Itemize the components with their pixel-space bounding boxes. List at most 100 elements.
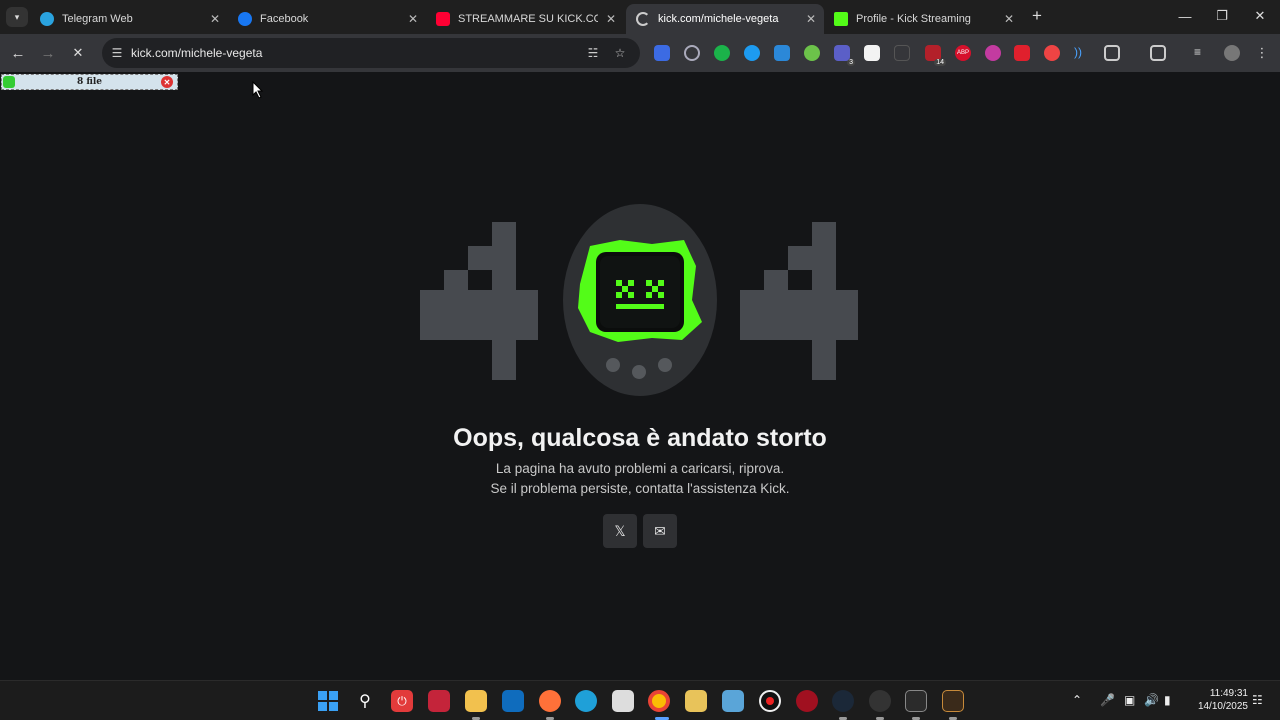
record-icon[interactable] xyxy=(759,690,781,712)
home-ext-icon[interactable] xyxy=(774,45,790,61)
close-window-button[interactable]: ✕ xyxy=(1250,6,1270,26)
microphone-icon[interactable]: 🎤 xyxy=(1100,693,1115,707)
obs-icon[interactable] xyxy=(869,690,891,712)
video-ext-icon[interactable] xyxy=(1014,45,1030,61)
side-panel-icon[interactable] xyxy=(1150,45,1166,61)
close-icon[interactable]: ✕ xyxy=(606,12,616,26)
error-404-illustration xyxy=(420,204,858,396)
battery-icon[interactable]: ▮ xyxy=(1164,693,1171,707)
site-info-icon[interactable]: ☰ xyxy=(110,46,124,60)
kick-icon xyxy=(834,12,848,26)
close-icon[interactable]: ✕ xyxy=(210,12,220,26)
error-message-line-1: La pagina ha avuto problemi a caricarsi,… xyxy=(495,461,785,476)
extensions-puzzle-icon[interactable] xyxy=(1104,45,1120,61)
edge-icon[interactable] xyxy=(575,690,597,712)
close-icon[interactable]: ✕ xyxy=(806,12,816,26)
page-content: 8 file ✕ Oops, qualcosa è andato storto … xyxy=(0,72,1280,680)
minimize-button[interactable]: — xyxy=(1175,6,1195,26)
back-button[interactable]: ← xyxy=(8,43,28,63)
terminal-icon[interactable] xyxy=(905,690,927,712)
notifications-icon[interactable]: ☷ xyxy=(1252,693,1263,707)
tab-label: Profile - Kick Streaming xyxy=(856,13,971,25)
outlook-icon[interactable] xyxy=(502,690,524,712)
image-viewer-icon[interactable] xyxy=(722,690,744,712)
read-aloud-ext-icon[interactable]: )) xyxy=(1074,45,1090,61)
profile-avatar[interactable] xyxy=(1224,45,1240,61)
download-label: 8 file xyxy=(76,77,103,87)
shazam-ext-icon[interactable] xyxy=(744,45,760,61)
n-ext-icon[interactable] xyxy=(714,45,730,61)
app-power-icon[interactable]: ⏻ xyxy=(391,690,413,712)
badge-count: 3 xyxy=(847,59,855,66)
tab-label: Facebook xyxy=(260,13,309,25)
teams-ext-icon[interactable]: 3 xyxy=(834,45,855,66)
tab-youtube[interactable]: STREAMMARE SU KICK.COM C ✕ xyxy=(426,4,624,34)
chrome-icon[interactable] xyxy=(648,690,670,712)
microsoft-store-icon[interactable] xyxy=(612,690,634,712)
app-editor-icon[interactable] xyxy=(942,690,964,712)
x-logo-icon: 𝕏 xyxy=(614,522,626,539)
badge-count: 14 xyxy=(934,59,946,66)
tab-label: Telegram Web xyxy=(62,13,133,25)
file-explorer-icon[interactable] xyxy=(465,690,487,712)
menu-kebab-icon[interactable]: ⋮ xyxy=(1254,45,1270,61)
steam-icon[interactable] xyxy=(832,690,854,712)
media-ext-icon[interactable]: 14 xyxy=(925,45,946,66)
address-bar[interactable]: ☰ kick.com/michele-vegeta ☵ ☆ xyxy=(102,38,640,68)
tab-kick-profile[interactable]: Profile - Kick Streaming ✕ xyxy=(824,4,1022,34)
windows-start-icon[interactable] xyxy=(317,690,339,712)
show-hidden-icons-chevron-icon[interactable]: ⌃ xyxy=(1072,693,1082,707)
facebook-icon xyxy=(238,12,252,26)
translate-icon[interactable]: ☵ xyxy=(586,46,600,60)
volume-icon[interactable]: 🔊 xyxy=(1144,693,1159,707)
tamagotchi-button-middle xyxy=(632,365,646,379)
email-support-button[interactable]: ✉ xyxy=(643,514,677,548)
app-red-icon[interactable] xyxy=(796,690,818,712)
plus-ext-icon[interactable] xyxy=(804,45,820,61)
i-ext-icon[interactable] xyxy=(864,45,880,61)
mouse-cursor-icon xyxy=(252,81,264,99)
forward-button[interactable]: → xyxy=(38,43,58,63)
tab-search-button[interactable]: ▾ xyxy=(6,7,28,27)
x-twitter-button[interactable]: 𝕏 xyxy=(603,514,637,548)
firefox-icon[interactable] xyxy=(539,690,561,712)
chevron-down-icon: ▾ xyxy=(14,11,20,22)
close-icon[interactable]: ✕ xyxy=(1004,12,1014,26)
tab-label: STREAMMARE SU KICK.COM C xyxy=(458,13,598,25)
app-shield-icon[interactable] xyxy=(428,690,450,712)
folder-icon[interactable] xyxy=(685,690,707,712)
red-ext-icon[interactable] xyxy=(1044,45,1060,61)
error-message-line-2: Se il problema persiste, contatta l'assi… xyxy=(490,481,790,496)
adblock-plus-ext-icon[interactable]: ABP xyxy=(955,45,971,61)
media-control-icon[interactable]: ≡ xyxy=(1194,45,1210,61)
url-text: kick.com/michele-vegeta xyxy=(131,46,263,60)
download-bar[interactable]: 8 file ✕ xyxy=(1,74,178,90)
restore-button[interactable]: ❐ xyxy=(1212,6,1232,26)
network-icon[interactable]: ▣ xyxy=(1124,693,1135,707)
system-clock[interactable]: 11:49:31 14/10/2025 xyxy=(1186,687,1248,713)
close-icon[interactable]: ✕ xyxy=(408,12,418,26)
close-download-icon[interactable]: ✕ xyxy=(161,76,173,88)
clock-date: 14/10/2025 xyxy=(1197,701,1248,712)
download-status-icon xyxy=(3,76,15,88)
stop-loading-button[interactable]: ✕ xyxy=(68,43,88,63)
cursor-ext-icon[interactable] xyxy=(894,45,910,61)
digit-four-right xyxy=(740,222,858,380)
mail-icon: ✉ xyxy=(654,522,666,539)
bookmark-star-icon[interactable]: ☆ xyxy=(613,46,627,60)
google-translate-ext-icon[interactable] xyxy=(654,45,670,61)
new-tab-button[interactable]: + xyxy=(1027,6,1047,26)
info-ext-icon[interactable] xyxy=(684,45,700,61)
tab-kick-active[interactable]: kick.com/michele-vegeta ✕ xyxy=(626,4,824,34)
digit-four-left xyxy=(420,222,538,380)
error-title: Oops, qualcosa è andato storto xyxy=(453,424,827,452)
tab-facebook[interactable]: Facebook ✕ xyxy=(228,4,426,34)
compass-ext-icon[interactable] xyxy=(985,45,1001,61)
clock-time: 11:49:31 xyxy=(1209,688,1248,699)
windows-taskbar: ⚲ ⏻ ⌃ 🎤 ▣ 🔊 ▮ 11:49:31 14/10/2025 ☷ xyxy=(0,680,1280,720)
tab-label: kick.com/michele-vegeta xyxy=(658,13,779,25)
tab-telegram[interactable]: Telegram Web ✕ xyxy=(30,4,228,34)
telegram-icon xyxy=(40,12,54,26)
loading-spinner-icon xyxy=(636,12,650,26)
search-icon[interactable]: ⚲ xyxy=(354,690,376,712)
